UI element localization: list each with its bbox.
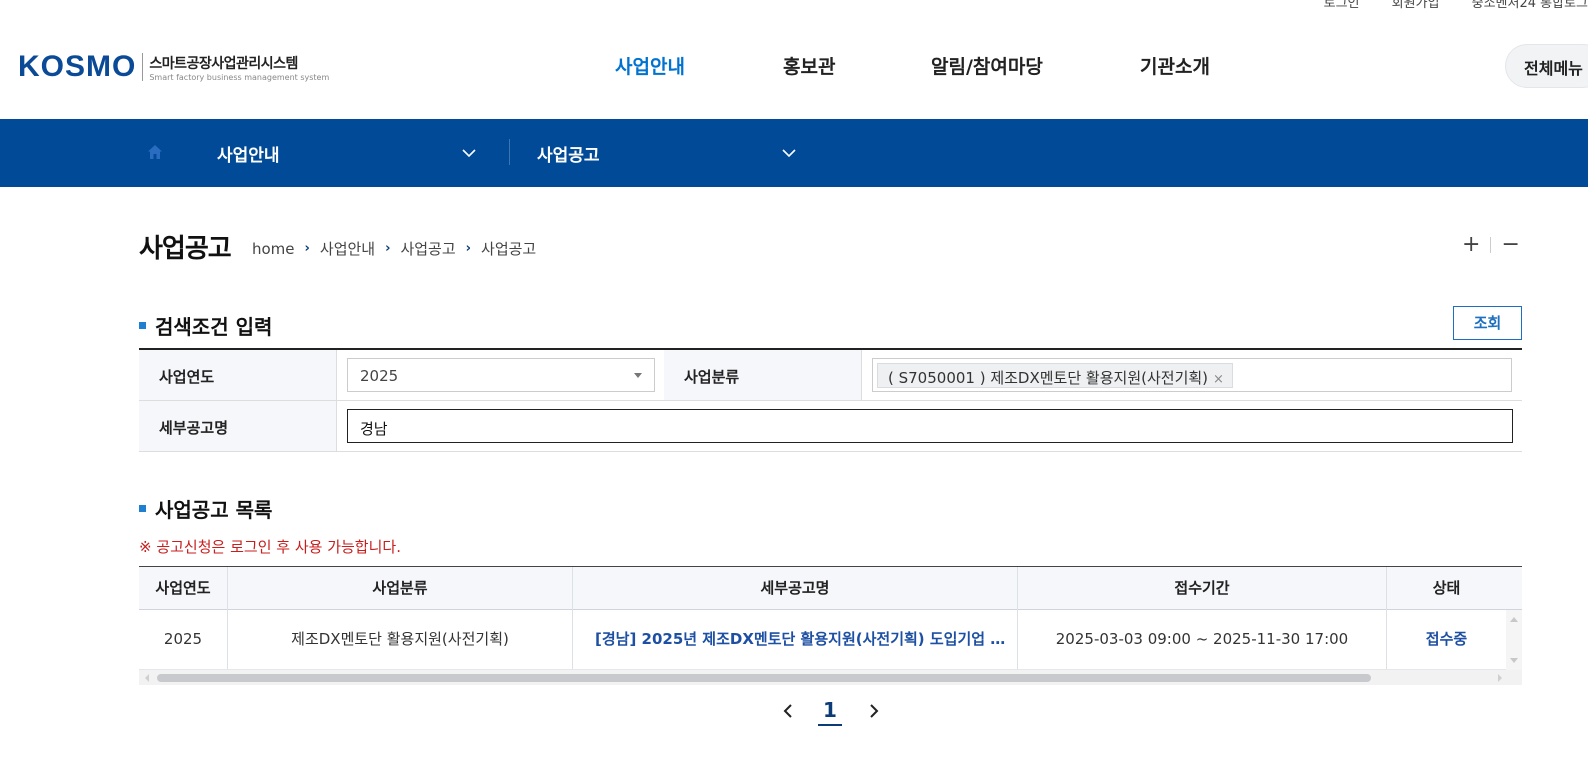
site-logo[interactable]: KOSMO 스마트공장사업관리시스템 Smart factory busines… xyxy=(18,50,329,84)
breadcrumb-current: 사업공고 xyxy=(481,240,537,258)
column-header-status[interactable]: 상태 xyxy=(1387,567,1506,610)
chevron-down-icon xyxy=(462,149,476,158)
tag-remove-icon[interactable]: × xyxy=(1213,372,1224,387)
nav-notice-participation[interactable]: 알림/참여마당 xyxy=(931,52,1043,79)
grid-header: 사업연도 사업분류 세부공고명 접수기간 상태 xyxy=(139,567,1522,610)
announcement-title-input[interactable]: 경남 xyxy=(347,409,1513,443)
nav-business-info[interactable]: 사업안내 xyxy=(615,52,685,79)
logo-subtitle: Smart factory business management system xyxy=(149,72,330,82)
cell-category: 제조DX멘토단 활용지원(사전기획) xyxy=(228,610,573,669)
subnav-menu2-label: 사업공고 xyxy=(537,145,600,166)
heading-bullet-icon xyxy=(139,505,146,512)
list-heading-text: 사업공고 목록 xyxy=(155,498,273,522)
category-multiselect[interactable]: ( S7050001 ) 제조DX멘토단 활용지원(사전기획) × xyxy=(872,358,1512,392)
announcement-grid: 사업연도 사업분류 세부공고명 접수기간 상태 2025 제조DX멘토단 활용지… xyxy=(139,566,1522,685)
announcement-title-cell: 경남 xyxy=(336,401,1522,451)
breadcrumb-item[interactable]: 사업안내 xyxy=(320,238,375,259)
table-row[interactable]: 2025 제조DX멘토단 활용지원(사전기획) [경남] 2025년 제조DX멘… xyxy=(139,610,1522,670)
signup-link[interactable]: 회원가입 xyxy=(1392,0,1440,11)
logo-title: 스마트공장사업관리시스템 xyxy=(149,55,298,72)
utility-separator: · xyxy=(1374,0,1378,8)
column-header-title[interactable]: 세부공고명 xyxy=(573,567,1018,610)
login-link[interactable]: 로그인 xyxy=(1324,0,1360,11)
nav-about[interactable]: 기관소개 xyxy=(1140,52,1210,79)
column-header-period[interactable]: 접수기간 xyxy=(1018,567,1387,610)
year-cell: 2025 xyxy=(336,350,664,400)
search-heading-text: 검색조건 입력 xyxy=(155,315,273,339)
category-label: 사업분류 xyxy=(664,350,861,400)
logo-mark: KOSMO xyxy=(18,50,137,83)
subnav-divider xyxy=(509,139,510,165)
cell-title-link[interactable]: [경남] 2025년 제조DX멘토단 활용지원(사전기획) 도입기업 … xyxy=(573,610,1018,669)
search-button[interactable]: 조회 xyxy=(1453,306,1522,340)
announcement-title-label: 세부공고명 xyxy=(139,401,336,451)
nav-promotion[interactable]: 홍보관 xyxy=(783,52,835,79)
subnav-menu1-label: 사업안내 xyxy=(217,145,280,166)
year-label: 사업연도 xyxy=(139,350,336,400)
scroll-up-icon[interactable] xyxy=(1510,617,1518,622)
breadcrumb-arrow-icon: › xyxy=(304,241,310,256)
breadcrumb: home › 사업안내 › 사업공고 › 사업공고 xyxy=(252,238,536,259)
home-icon[interactable] xyxy=(146,143,164,161)
search-section-heading: 검색조건 입력 xyxy=(139,311,272,340)
chevron-left-icon[interactable] xyxy=(780,702,798,720)
breadcrumb-arrow-icon: › xyxy=(385,241,391,256)
list-section-heading: 사업공고 목록 xyxy=(139,494,272,523)
zoom-controls: + − xyxy=(1462,232,1520,257)
scrollbar-thumb[interactable] xyxy=(157,674,1371,682)
chevron-down-icon xyxy=(782,149,796,158)
login-notice: ※ 공고신청은 로그인 후 사용 가능합니다. xyxy=(139,538,401,556)
column-header-year[interactable]: 사업연도 xyxy=(139,567,228,610)
search-row: 사업연도 2025 사업분류 ( S7050001 ) 제조DX멘토단 활용지원… xyxy=(139,350,1522,401)
sub-navigation-bar: 사업안내 사업공고 xyxy=(0,119,1588,187)
breadcrumb-item[interactable]: 사업공고 xyxy=(400,238,455,259)
category-tag-label: ( S7050001 ) 제조DX멘토단 활용지원(사전기획) xyxy=(888,369,1209,387)
logo-text: 스마트공장사업관리시스템 Smart factory business mana… xyxy=(149,53,329,82)
category-cell: ( S7050001 ) 제조DX멘토단 활용지원(사전기획) × xyxy=(861,350,1522,400)
grid-horizontal-scrollbar[interactable] xyxy=(139,670,1522,685)
breadcrumb-arrow-icon: › xyxy=(465,241,472,256)
logo-divider xyxy=(142,53,144,81)
cell-period: 2025-03-03 09:00 ~ 2025-11-30 17:00 xyxy=(1018,610,1387,669)
year-select-value: 2025 xyxy=(360,367,399,385)
subnav-menu1-dropdown[interactable]: 사업안내 xyxy=(217,119,482,187)
page-title: 사업공고 xyxy=(139,234,232,264)
cell-status: 접수중 xyxy=(1425,630,1468,648)
scroll-left-icon[interactable] xyxy=(145,674,149,682)
all-menu-button[interactable]: 전체메뉴 xyxy=(1505,44,1588,88)
caret-down-icon xyxy=(634,373,642,378)
page-root: 로그인 · 회원가입 · 중소벤처24 통합로그 KOSMO 스마트공장사업관리… xyxy=(0,0,1588,758)
utility-separator: · xyxy=(1454,0,1458,8)
pagination: 1 xyxy=(780,698,880,728)
page-number-current[interactable]: 1 xyxy=(818,698,842,726)
heading-bullet-icon xyxy=(139,322,146,329)
zoom-divider xyxy=(1490,236,1492,253)
cell-year: 2025 xyxy=(139,610,228,669)
search-form: 사업연도 2025 사업분류 ( S7050001 ) 제조DX멘토단 활용지원… xyxy=(139,348,1522,452)
utility-links: 로그인 · 회원가입 · 중소벤처24 통합로그 xyxy=(1324,0,1588,11)
search-row: 세부공고명 경남 xyxy=(139,401,1522,452)
year-select[interactable]: 2025 xyxy=(347,358,655,392)
breadcrumb-home[interactable]: home xyxy=(252,240,295,258)
zoom-out-button[interactable]: − xyxy=(1501,232,1519,257)
category-tag: ( S7050001 ) 제조DX멘토단 활용지원(사전기획) × xyxy=(877,363,1233,388)
scroll-down-icon[interactable] xyxy=(1510,658,1518,663)
chevron-right-icon[interactable] xyxy=(864,702,882,720)
scroll-right-icon[interactable] xyxy=(1498,674,1502,682)
zoom-in-button[interactable]: + xyxy=(1462,232,1480,257)
integrated-login-link[interactable]: 중소벤처24 통합로그 xyxy=(1472,0,1588,11)
subnav-menu2-dropdown[interactable]: 사업공고 xyxy=(537,119,802,187)
column-header-category[interactable]: 사업분류 xyxy=(228,567,573,610)
grid-vertical-scrollbar[interactable] xyxy=(1506,610,1522,670)
